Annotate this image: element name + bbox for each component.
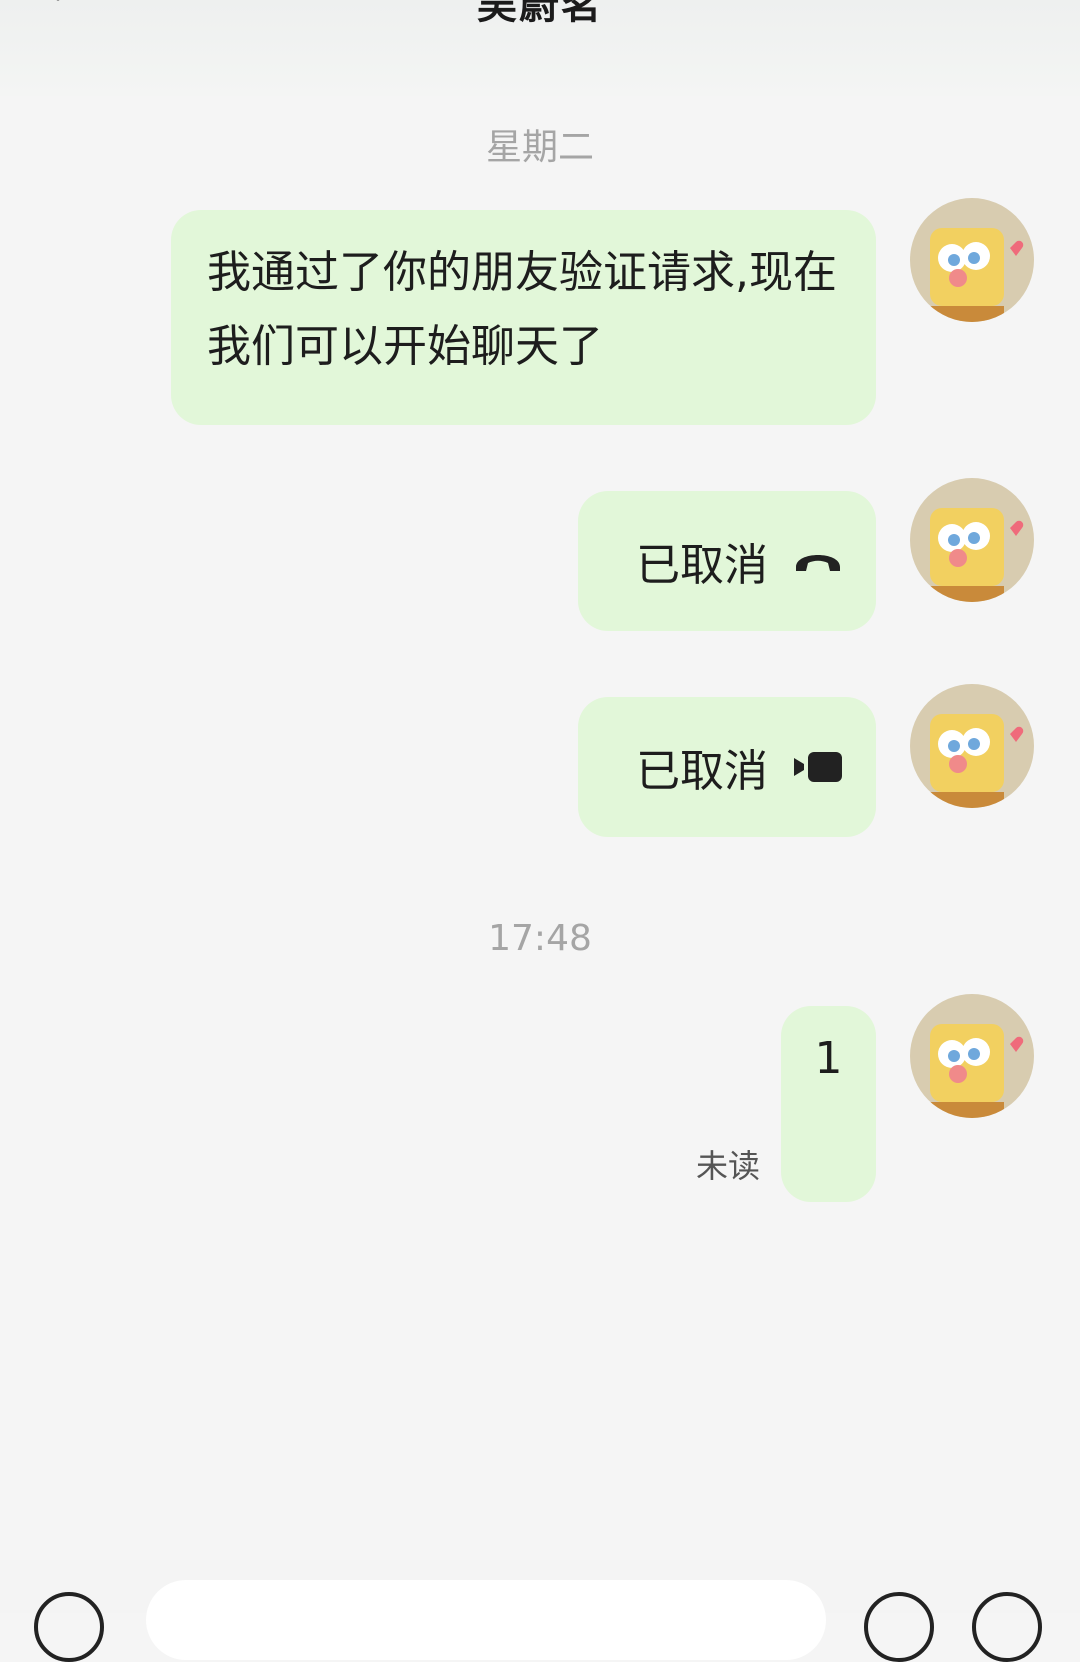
chat-header: 吴蔚茗 (0, 0, 1080, 96)
avatar-image (910, 684, 1034, 808)
avatar[interactable] (910, 198, 1034, 322)
chat-title: 吴蔚茗 (477, 0, 603, 28)
timestamp-separator: 17:48 (488, 918, 592, 959)
avatar[interactable] (910, 994, 1034, 1118)
message-input[interactable] (146, 1580, 826, 1660)
call-status-label: 已取消 (636, 746, 768, 797)
voice-toggle-icon[interactable] (34, 1592, 104, 1662)
message-text: 我通过了你的朋友验证请求,现在我们可以开始聊天了 (207, 247, 837, 372)
avatar-image (910, 198, 1034, 322)
avatar[interactable] (910, 684, 1034, 808)
plus-icon[interactable] (972, 1592, 1042, 1662)
message-bubble[interactable]: 我通过了你的朋友验证请求,现在我们可以开始聊天了 (171, 210, 876, 425)
video-call-bubble[interactable]: 已取消 (578, 697, 876, 837)
video-camera-icon (794, 752, 842, 782)
timestamp-separator: 星期二 (485, 127, 594, 168)
avatar[interactable] (910, 478, 1034, 602)
avatar-image (910, 994, 1034, 1118)
emoji-icon[interactable] (864, 1592, 934, 1662)
avatar-image (910, 478, 1034, 602)
call-status-label: 已取消 (636, 540, 768, 591)
message-text: 1 (814, 1033, 843, 1084)
input-bar (0, 1560, 1080, 1662)
message-bubble[interactable]: 1 (781, 1006, 876, 1202)
unread-status-label: 未读 (696, 1147, 761, 1185)
phone-hangup-icon (796, 555, 840, 571)
voice-call-bubble[interactable]: 已取消 (578, 491, 876, 631)
